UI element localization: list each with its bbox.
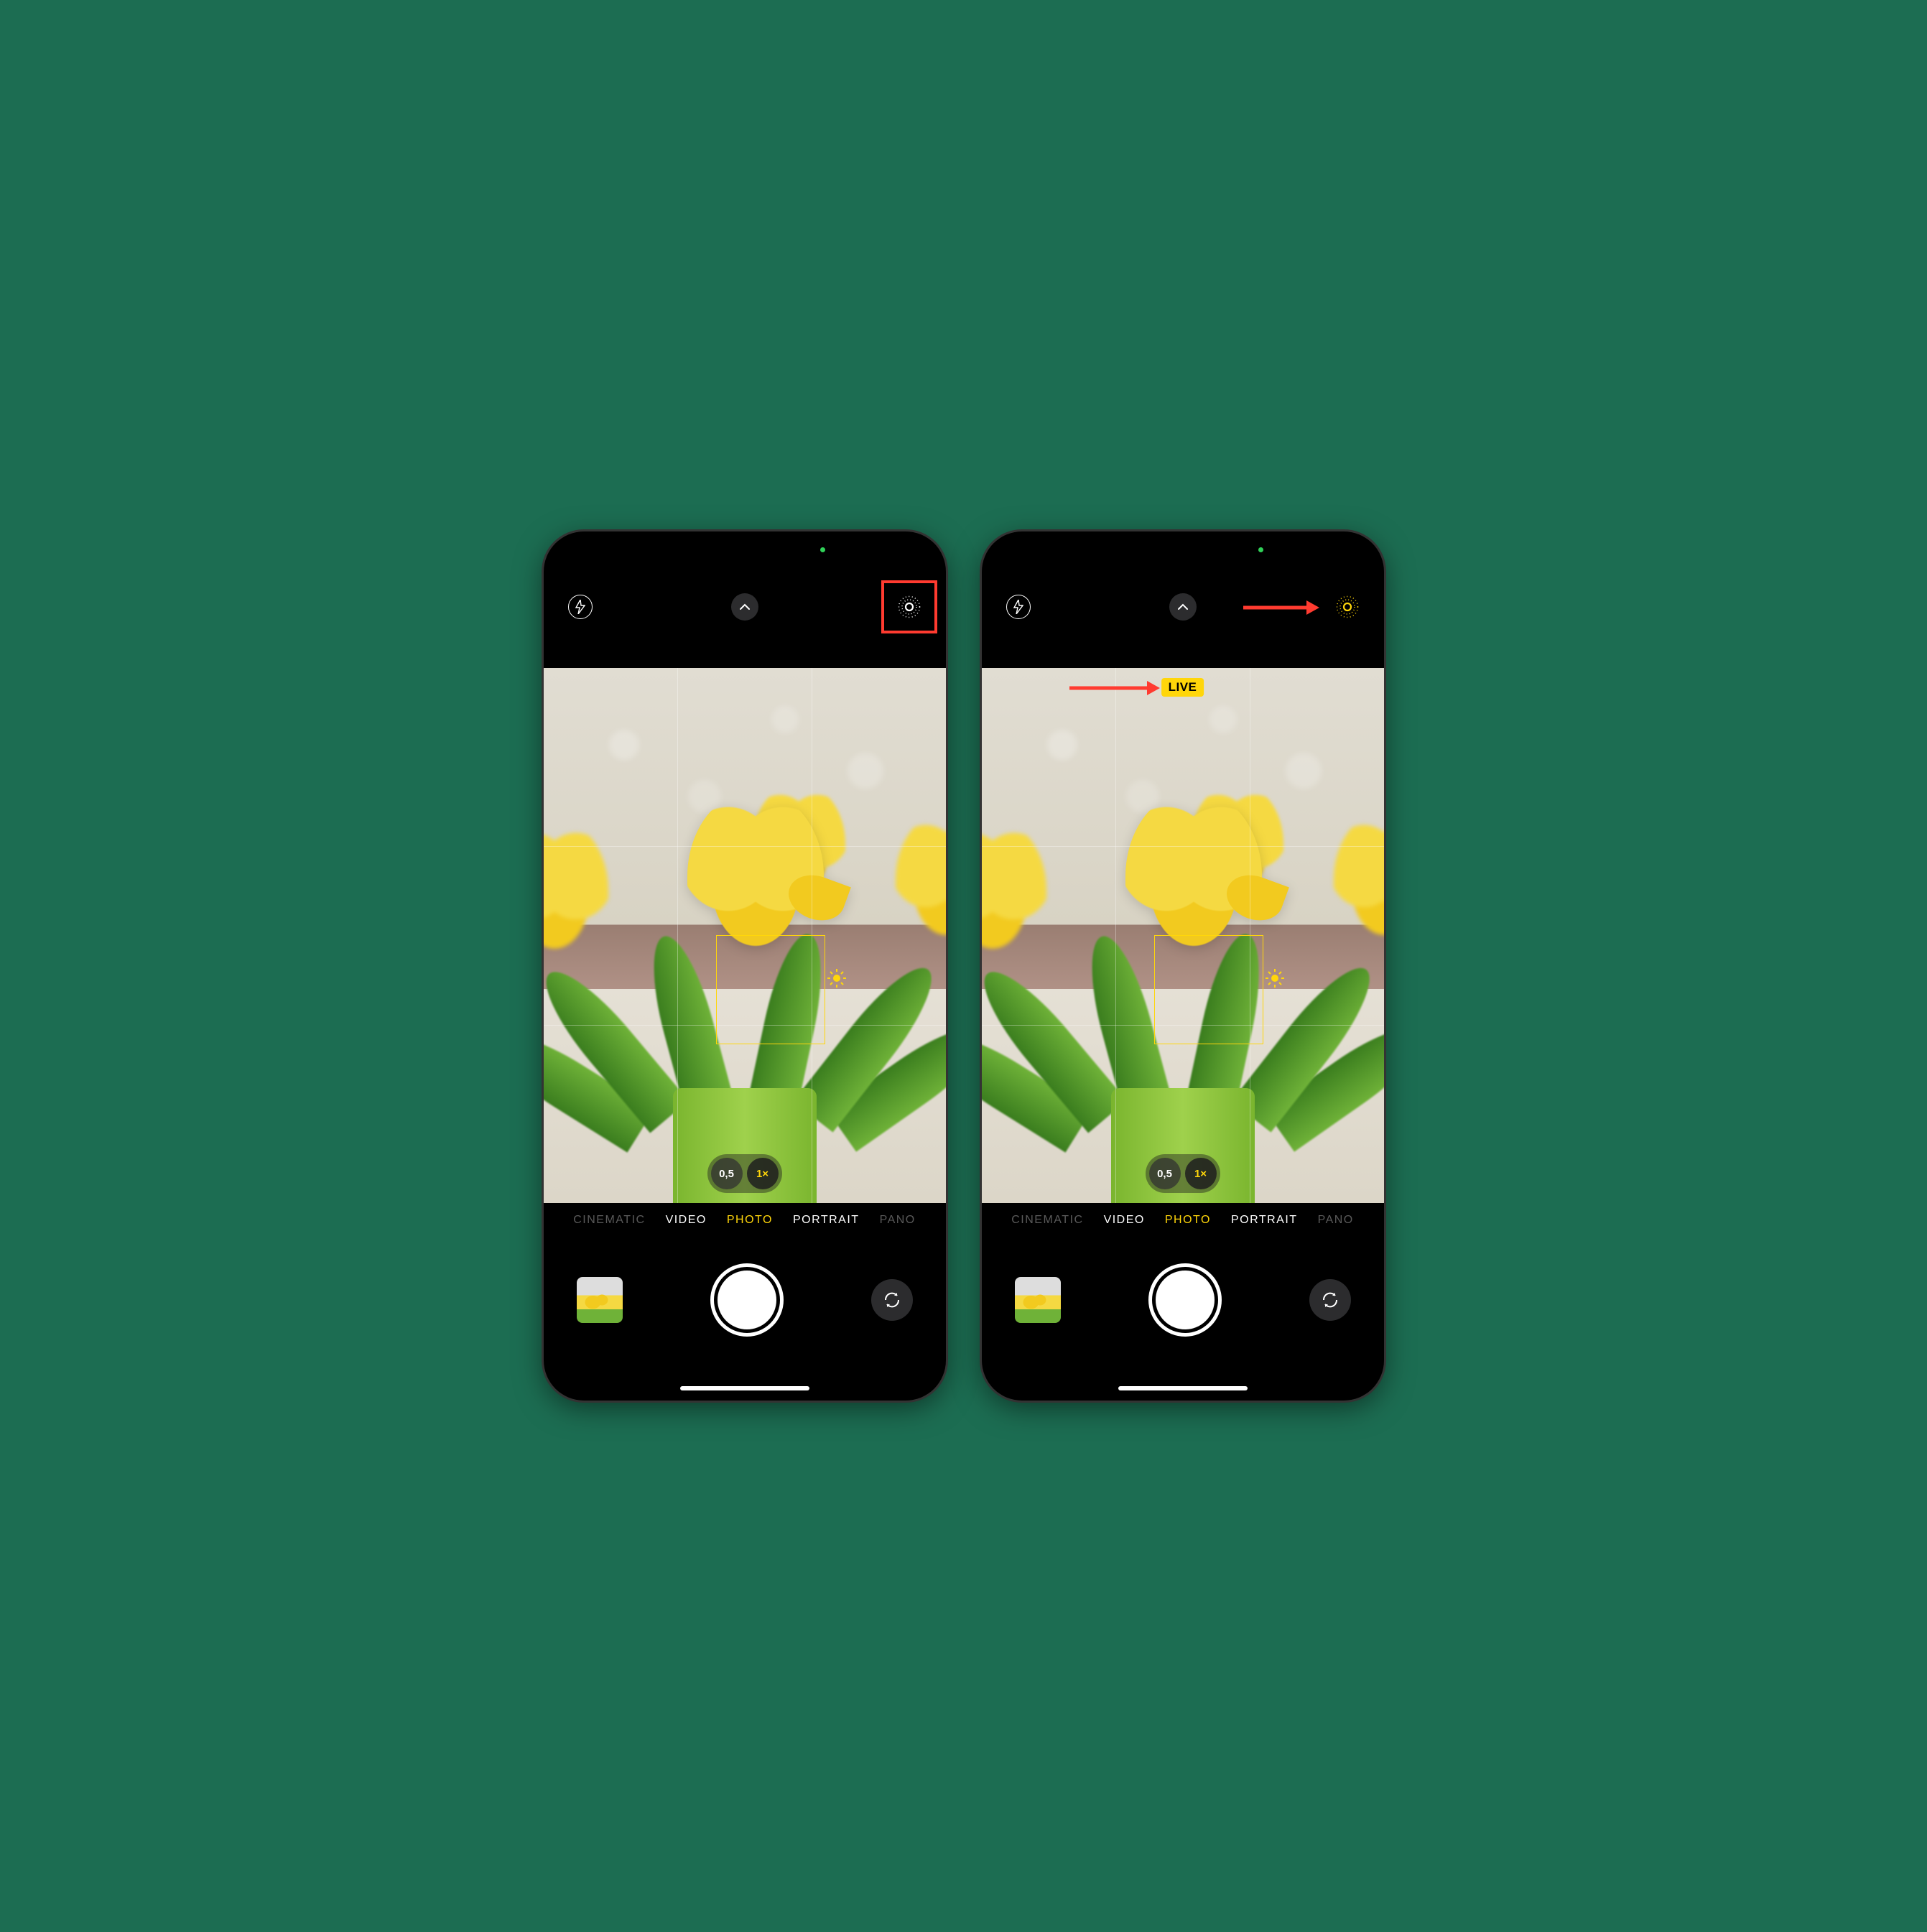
camera-bottom-controls bbox=[982, 1257, 1384, 1343]
gallery-thumbnail-button[interactable] bbox=[577, 1277, 623, 1323]
mode-pano[interactable]: PANO bbox=[1318, 1214, 1354, 1227]
mode-portrait[interactable]: PORTRAIT bbox=[1231, 1214, 1298, 1227]
privacy-indicator-dot bbox=[1258, 547, 1263, 552]
zoom-controls: 0,5 1× bbox=[1146, 1154, 1220, 1193]
live-photo-badge: LIVE bbox=[1161, 678, 1204, 697]
exposure-sun-icon bbox=[827, 968, 847, 988]
flash-icon bbox=[1013, 600, 1023, 614]
exposure-slider-sun[interactable] bbox=[1265, 968, 1285, 988]
annotation-arrow bbox=[1242, 598, 1321, 618]
camera-mode-selector[interactable]: CINEMATIC VIDEO PHOTO PORTRAIT PANO bbox=[544, 1214, 946, 1227]
flash-icon bbox=[575, 600, 585, 614]
exposure-slider-sun[interactable] bbox=[827, 968, 847, 988]
phone-screenshot-left: 0,5 1× CINEMATIC VIDEO PHOTO PORTRAIT PA… bbox=[544, 531, 946, 1401]
grid-line bbox=[1115, 668, 1116, 1203]
camera-viewfinder[interactable]: 0,5 1× bbox=[544, 668, 946, 1203]
live-photo-button-wrap bbox=[897, 595, 921, 619]
camera-flip-button[interactable] bbox=[871, 1279, 913, 1321]
camera-viewfinder[interactable]: LIVE 0,5 1× bbox=[982, 668, 1384, 1203]
flash-button[interactable] bbox=[568, 595, 593, 619]
mode-cinematic[interactable]: CINEMATIC bbox=[573, 1214, 645, 1227]
focus-indicator-box[interactable] bbox=[1154, 935, 1263, 1044]
mode-cinematic[interactable]: CINEMATIC bbox=[1011, 1214, 1083, 1227]
focus-indicator-box[interactable] bbox=[716, 935, 825, 1044]
phone-screenshot-right: LIVE 0,5 1× CINEMATIC VIDEO PHOTO bbox=[982, 531, 1384, 1401]
mode-portrait[interactable]: PORTRAIT bbox=[793, 1214, 860, 1227]
mode-video[interactable]: VIDEO bbox=[1104, 1214, 1145, 1227]
mode-photo[interactable]: PHOTO bbox=[727, 1214, 773, 1227]
grid-line bbox=[544, 846, 946, 847]
camera-flip-icon bbox=[881, 1289, 903, 1311]
annotation-arrow bbox=[1068, 678, 1161, 698]
chevron-up-icon bbox=[739, 603, 751, 610]
camera-flip-icon bbox=[1319, 1289, 1341, 1311]
camera-settings-chevron-button[interactable] bbox=[1169, 593, 1197, 621]
mode-video[interactable]: VIDEO bbox=[666, 1214, 707, 1227]
camera-flip-button[interactable] bbox=[1309, 1279, 1351, 1321]
privacy-indicator-dot bbox=[820, 547, 825, 552]
camera-settings-chevron-button[interactable] bbox=[731, 593, 758, 621]
mode-pano[interactable]: PANO bbox=[880, 1214, 916, 1227]
zoom-1x-button[interactable]: 1× bbox=[747, 1158, 779, 1189]
mode-photo[interactable]: PHOTO bbox=[1165, 1214, 1211, 1227]
zoom-0-5x-button[interactable]: 0,5 bbox=[711, 1158, 743, 1189]
live-photo-icon bbox=[1335, 595, 1360, 619]
home-indicator[interactable] bbox=[680, 1386, 809, 1390]
shutter-button[interactable] bbox=[714, 1267, 780, 1333]
camera-mode-selector[interactable]: CINEMATIC VIDEO PHOTO PORTRAIT PANO bbox=[982, 1214, 1384, 1227]
annotation-highlight-box bbox=[881, 580, 937, 633]
grid-line bbox=[677, 668, 678, 1203]
camera-bottom-controls bbox=[544, 1257, 946, 1343]
exposure-sun-icon bbox=[1265, 968, 1285, 988]
flash-button[interactable] bbox=[1006, 595, 1031, 619]
camera-top-controls bbox=[982, 582, 1384, 632]
camera-top-controls bbox=[544, 582, 946, 632]
live-photo-button-wrap bbox=[1335, 595, 1360, 619]
zoom-controls: 0,5 1× bbox=[707, 1154, 782, 1193]
gallery-thumbnail-button[interactable] bbox=[1015, 1277, 1061, 1323]
zoom-1x-button[interactable]: 1× bbox=[1185, 1158, 1217, 1189]
live-photo-button[interactable] bbox=[1335, 595, 1360, 619]
shutter-button[interactable] bbox=[1152, 1267, 1218, 1333]
chevron-up-icon bbox=[1177, 603, 1189, 610]
grid-line bbox=[982, 846, 1384, 847]
home-indicator[interactable] bbox=[1118, 1386, 1248, 1390]
zoom-0-5x-button[interactable]: 0,5 bbox=[1149, 1158, 1181, 1189]
